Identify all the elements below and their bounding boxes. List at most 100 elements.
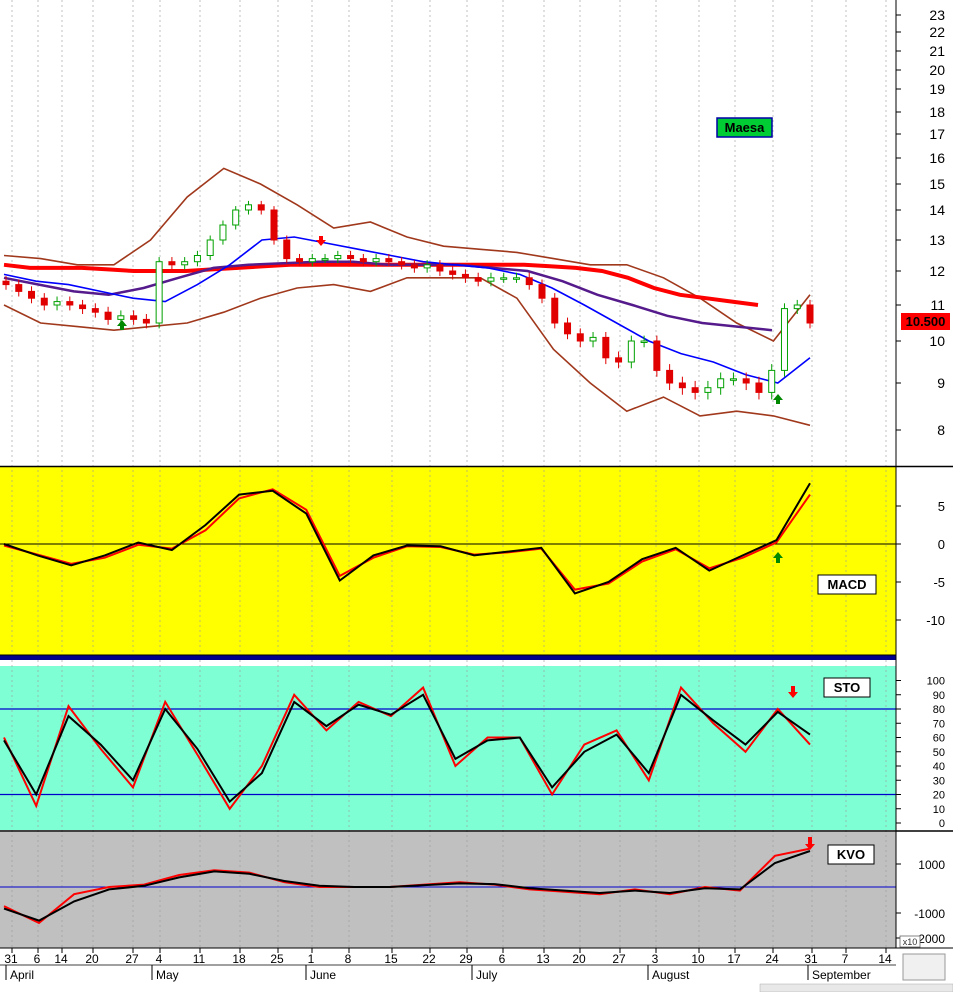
candle-body-24 xyxy=(308,258,316,263)
candle-body-40 xyxy=(512,277,520,280)
sto-y-label-10: 0 xyxy=(939,818,945,830)
candle-body-63 xyxy=(806,304,814,324)
sto-y-label-7: 30 xyxy=(933,775,945,787)
candle-body-8 xyxy=(104,311,112,320)
month-label-1: May xyxy=(156,968,179,982)
x-tick-label-3: 20 xyxy=(85,952,99,966)
sto-y-label-0: 100 xyxy=(927,676,945,688)
x-tick-label-16: 20 xyxy=(572,952,586,966)
candle-body-13 xyxy=(168,261,176,266)
x-tick-label-19: 10 xyxy=(691,952,705,966)
candle-body-16 xyxy=(206,239,214,256)
candle-body-48 xyxy=(615,357,623,363)
price-y-label-0: 23 xyxy=(929,7,945,23)
x-tick-label-7: 18 xyxy=(232,952,246,966)
macd-panel-bg xyxy=(0,467,896,655)
candle-body-39 xyxy=(500,277,508,280)
stock-chart: 31 6 14 20 27 4 11 18 25 1 8 15 22 29 6 13 20 27 3 10 17 24 31… xyxy=(0,0,953,992)
candle-body-42 xyxy=(538,284,546,299)
candle-body-41 xyxy=(525,277,533,286)
month-label-5: September xyxy=(812,968,871,982)
price-panel-bg xyxy=(0,0,896,466)
kvo-y-label-1: -1000 xyxy=(914,907,945,921)
macd-histogram-strip xyxy=(0,655,896,660)
candle-body-53 xyxy=(678,382,686,389)
candle-body-37 xyxy=(474,277,482,282)
candle-body-38 xyxy=(487,277,495,282)
candle-body-2 xyxy=(28,290,36,299)
price-y-label-9: 14 xyxy=(929,202,945,218)
x-tick-label-10: 8 xyxy=(345,952,352,966)
x-tick-label-18: 3 xyxy=(652,952,659,966)
candle-body-60 xyxy=(768,369,776,393)
kvo-panel-bg xyxy=(0,832,896,948)
candle-body-30 xyxy=(385,258,393,263)
sto-y-label-9: 10 xyxy=(933,804,945,816)
price-y-label-10: 13 xyxy=(929,232,945,248)
candle-body-1 xyxy=(15,284,23,292)
price-y-label-8: 15 xyxy=(929,176,945,192)
candle-body-34 xyxy=(436,264,444,272)
last-price-text: 10.500 xyxy=(906,314,946,329)
candle-body-33 xyxy=(423,264,431,269)
x-tick-label-21: 24 xyxy=(765,952,779,966)
candle-body-61 xyxy=(780,308,788,371)
candle-body-12 xyxy=(155,261,163,324)
month-label-3: July xyxy=(476,968,497,982)
candle-body-58 xyxy=(742,378,750,384)
candle-body-51 xyxy=(653,340,661,371)
sto-label-text: STO xyxy=(834,680,861,695)
candle-body-49 xyxy=(627,340,635,363)
price-y-label-7: 16 xyxy=(929,150,945,166)
x-tick-label-17: 27 xyxy=(612,952,626,966)
candle-body-3 xyxy=(40,297,48,306)
kvo-y-label-0: 1000 xyxy=(918,858,945,872)
candle-body-11 xyxy=(142,318,150,324)
candle-body-31 xyxy=(398,261,406,266)
candle-body-20 xyxy=(257,204,265,211)
price-y-label-6: 17 xyxy=(929,126,945,142)
candle-body-4 xyxy=(53,301,61,306)
price-y-label-1: 22 xyxy=(929,24,945,40)
x-tick-label-9: 1 xyxy=(308,952,315,966)
candle-body-29 xyxy=(372,258,380,263)
candle-body-54 xyxy=(691,387,699,393)
candle-body-32 xyxy=(410,264,418,269)
scale-note: x10 xyxy=(899,935,921,948)
candle-body-17 xyxy=(219,224,227,241)
candle-body-46 xyxy=(589,336,597,342)
candle-body-28 xyxy=(359,258,367,263)
price-y-label-12: 11 xyxy=(930,297,945,313)
candle-body-21 xyxy=(270,209,278,241)
sto-label: STO xyxy=(823,677,871,698)
candle-body-43 xyxy=(551,297,559,324)
x-tick-label-2: 14 xyxy=(54,952,68,966)
candle-body-10 xyxy=(130,315,138,320)
candle-body-6 xyxy=(79,304,87,310)
x-tick-label-4: 27 xyxy=(125,952,139,966)
bottom-scrollbar[interactable] xyxy=(759,983,953,992)
candle-body-18 xyxy=(232,209,240,226)
candle-body-44 xyxy=(564,322,572,335)
price-y-label-11: 12 xyxy=(929,263,945,279)
kvo-label-text: KVO xyxy=(837,847,865,862)
sto-y-label-8: 20 xyxy=(933,790,945,802)
macd-y-label-1: 0 xyxy=(938,537,945,552)
candle-body-5 xyxy=(66,301,74,306)
candle-body-19 xyxy=(244,204,252,211)
candle-body-55 xyxy=(704,387,712,393)
candle-body-57 xyxy=(729,378,737,381)
price-y-label-15: 8 xyxy=(937,422,945,438)
macd-label-text: MACD xyxy=(828,577,867,592)
candle-body-45 xyxy=(576,333,584,342)
sto-y-label-5: 50 xyxy=(933,747,945,759)
candle-body-25 xyxy=(321,258,329,261)
last-price-tag: 10.500 xyxy=(901,313,950,330)
candle-body-36 xyxy=(461,273,469,279)
x-tick-label-13: 29 xyxy=(459,952,473,966)
x-tick-label-8: 25 xyxy=(270,952,284,966)
candle-body-56 xyxy=(717,378,725,389)
x-tick-label-12: 22 xyxy=(422,952,436,966)
candle-body-62 xyxy=(793,304,801,310)
x-tick-label-20: 17 xyxy=(727,952,741,966)
